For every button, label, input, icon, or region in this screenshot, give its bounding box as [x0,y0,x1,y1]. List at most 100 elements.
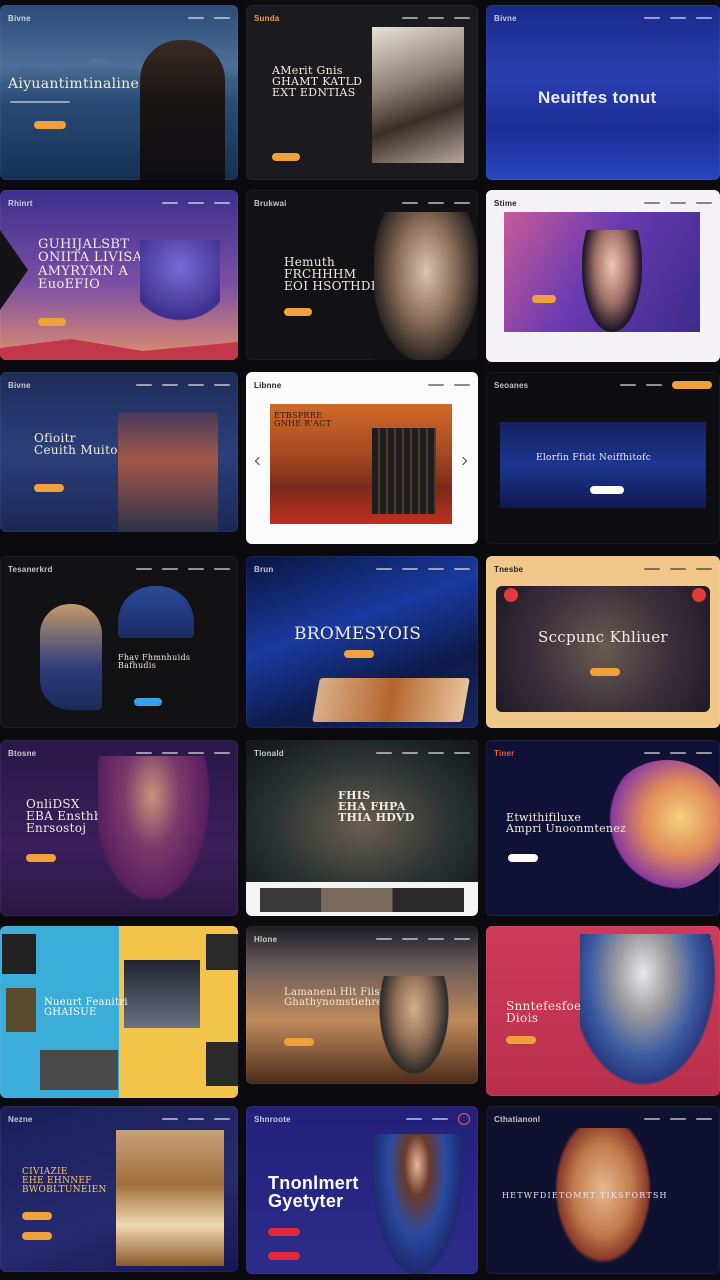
cta-button[interactable] [532,295,556,303]
logo: Btosne [8,748,37,758]
template-card-11[interactable]: Brun BROMESYOIS [246,556,478,728]
template-card-7[interactable]: Bivne Ofioitr Ceuith Muito [0,372,238,532]
nav-bar: Hlone [254,933,470,945]
cta-button[interactable] [34,121,66,129]
logo: Bivne [8,380,31,390]
nav-bar: Libnne [254,379,470,391]
nav-bar: Tnesbe [494,563,712,575]
hero-headline: ETBSPRRE GNHE R'ACT [274,411,332,429]
nav-bar: Tesanerkrd [8,563,230,575]
template-card-8[interactable]: Libnne ETBSPRRE GNHE R'ACT [246,372,478,544]
nav-bar: Brun [254,563,470,575]
portrait-figure [582,230,642,332]
secondary-button[interactable] [268,1252,300,1260]
nav-bar: Stime [494,197,712,209]
red-badge-right [692,588,706,602]
cta-button[interactable] [38,318,66,326]
nav-bar: Nezne [8,1113,230,1125]
logo: Cthatianonl [494,1114,541,1124]
cta-button[interactable] [284,1038,314,1046]
template-card-6[interactable]: Stime [486,190,720,362]
template-card-19[interactable]: Nezne CIVIAZIE EHE EHNNEF BWOBLTUNEIEN [0,1106,238,1272]
template-card-2[interactable]: Sunda AMerit Gnis GHAMT KATLD EXT EDNTIA… [246,5,478,180]
hero-headline: AMerit Gnis GHAMT KATLD EXT EDNTIAS [272,64,363,100]
template-card-5[interactable]: Brukwai Hemuth FRCHHHM EOI HSOTHDEY [246,190,478,360]
hero-headline: Tnonlmert Gyetyter [268,1173,359,1212]
prev-arrow-icon[interactable] [254,456,264,466]
portrait-figure [98,756,218,916]
cta-button[interactable] [344,650,374,658]
cta-button[interactable] [590,668,620,676]
hero-image [372,27,464,163]
cta-button[interactable] [284,308,312,316]
hero-headline: CIVIAZIE EHE EHNNEF BWOBLTUNEIEN [22,1167,107,1196]
cta-button[interactable] [22,1212,52,1220]
hero-headline: HETWFDIETOMRT TIKSFORTSH [502,1191,668,1200]
hero-headline: Hemuth FRCHHHM EOI HSOTHDEY [284,255,389,294]
thumbnail-strip [260,888,464,912]
template-card-4[interactable]: Rhinrt GUHIJALSBT ONIITA LIVISAS AMYRYMN… [0,190,238,360]
hero-image [116,1130,224,1266]
cta-button[interactable] [134,698,162,706]
cta-button[interactable] [26,854,56,862]
logo: Libnne [254,380,282,390]
template-card-16[interactable]: Nueurt Feanitri GHAISUE [0,926,238,1098]
hero-image [500,422,706,508]
logo: Bivne [8,13,31,23]
template-card-17[interactable]: Hlone Lamaneni Hlt Fiistas Ghathynomstie… [246,926,478,1084]
illustration-figure [140,240,220,330]
hero-headline: Fhav Fhmnhuids Bafhudis [118,653,191,671]
photo-1 [2,934,36,974]
cta-button[interactable] [590,486,624,494]
template-card-1[interactable]: Bivne Aiyuantimtinaline [0,5,238,180]
template-card-12[interactable]: Tnesbe Sccpunc Khliuer [486,556,720,728]
hero-headline: Etwithifiluxe Ampri Unoonmtenez [506,811,627,836]
bookshelf [372,428,436,514]
logo: Nezne [8,1114,33,1124]
logo: Tiner [494,748,515,758]
hero-headline: Aiyuantimtinaline [8,76,140,92]
nav-bar: Shnroote [254,1113,470,1125]
cta-button[interactable] [34,484,64,492]
photo-3 [40,1050,118,1090]
cta-button[interactable] [272,153,300,161]
template-card-21[interactable]: Cthatianonl HETWFDIETOMRT TIKSFORTSH [486,1106,720,1274]
hero-headline: Nueurt Feanitri GHAISUE [44,997,128,1019]
cta-button[interactable] [506,1036,536,1044]
template-card-3[interactable]: Bivne Neuitfes tonut [486,5,720,180]
logo: Hlone [254,934,278,944]
nav-bar: Brukwai [254,197,470,209]
hero-headline: Neuitfes tonut [538,88,657,107]
nav-bar: Tiner [494,747,712,759]
template-card-10[interactable]: Tesanerkrd Fhav Fhmnhuids Bafhudis [0,556,238,728]
template-card-15[interactable]: Tiner Etwithifiluxe Ampri Unoonmtenez [486,740,720,916]
nav-bar: Bivne [494,12,712,24]
next-arrow-icon[interactable] [458,456,468,466]
logo: Sunda [254,13,280,23]
nav-bar: Cthatianonl [494,1113,712,1125]
template-card-14[interactable]: Tlonald FHIS EHA FHPA THIA HDVD [246,740,478,916]
template-card-20[interactable]: Shnroote Tnonlmert Gyetyter [246,1106,478,1274]
hero-headline: Elorfin Ffidt Neiffhitofc [536,453,652,463]
template-card-18[interactable]: Snntefesfoetur Diois [486,926,720,1096]
illustration-figure [580,934,720,1092]
template-card-9[interactable]: Seoanes Elorfin Ffidt Neiffhitofc [486,372,720,544]
hero-headline: Ofioitr Ceuith Muito [34,431,118,458]
photo-4 [124,960,200,1028]
logo: Brukwai [254,198,287,208]
cta-button[interactable] [508,854,538,862]
portrait-figure [374,976,454,1084]
nav-bar: Bivne [8,12,230,24]
template-card-13[interactable]: Btosne OnliDSX EBA Ensthbqcl Enrsostoj [0,740,238,916]
dark-triangle [0,230,28,310]
cta-button[interactable] [268,1228,300,1236]
hero-headline: BROMESYOIS [294,624,422,644]
logo: Seoanes [494,380,529,390]
secondary-button[interactable] [22,1232,52,1240]
nav-bar: Bivne [8,379,230,391]
logo: Tlonald [254,748,284,758]
portrait-arch-2 [118,586,194,638]
photo-2 [6,988,36,1032]
red-wave [0,339,238,360]
nav-bar: Tlonald [254,747,470,759]
